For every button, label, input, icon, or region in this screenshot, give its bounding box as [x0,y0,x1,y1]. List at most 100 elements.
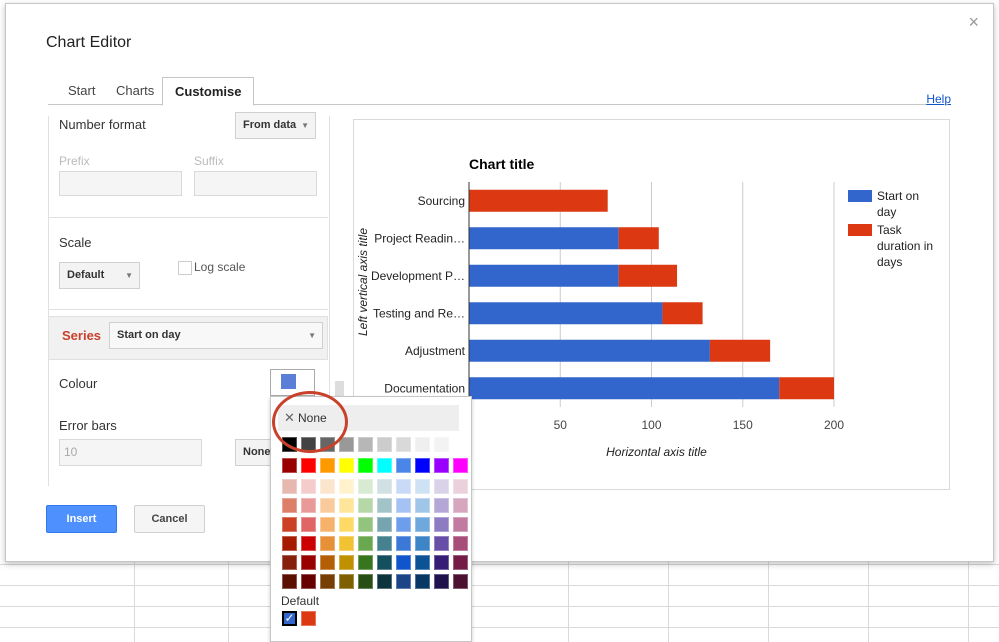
colour-swatch[interactable] [415,437,430,452]
bar [469,227,619,250]
colour-swatch[interactable] [339,458,354,473]
suffix-input[interactable] [194,171,317,196]
colour-swatch[interactable] [434,536,449,551]
colour-swatch[interactable] [320,458,335,473]
colour-swatch[interactable] [282,517,297,532]
colour-swatch[interactable] [339,498,354,513]
colour-swatch[interactable] [434,498,449,513]
colour-swatch[interactable] [320,574,335,589]
log-scale-checkbox[interactable] [178,261,192,275]
colour-swatch[interactable] [282,498,297,513]
colour-swatch[interactable] [282,574,297,589]
colour-swatch[interactable] [358,574,373,589]
colour-swatch[interactable] [301,517,316,532]
colour-swatch[interactable] [320,555,335,570]
colour-swatch[interactable] [434,437,449,452]
tab-start[interactable]: Start [56,77,107,104]
colour-swatch[interactable] [377,555,392,570]
colour-swatch[interactable] [415,555,430,570]
colour-swatch[interactable] [301,498,316,513]
cancel-button[interactable]: Cancel [134,505,205,533]
colour-swatch[interactable] [415,536,430,551]
close-icon[interactable]: × [968,12,979,33]
colour-swatch[interactable] [282,479,297,494]
colour-swatch[interactable] [282,536,297,551]
colour-swatch[interactable] [415,498,430,513]
colour-swatch[interactable] [358,498,373,513]
colour-swatch[interactable] [320,479,335,494]
colour-swatch[interactable] [358,555,373,570]
colour-swatch[interactable] [415,517,430,532]
colour-swatch[interactable] [377,458,392,473]
prefix-input[interactable] [59,171,182,196]
colour-swatch[interactable] [377,574,392,589]
divider [48,217,328,218]
colour-swatch[interactable] [320,517,335,532]
colour-swatch[interactable] [377,517,392,532]
colour-swatch[interactable] [339,479,354,494]
colour-swatch[interactable] [453,517,468,532]
series-dropdown[interactable]: Start on day ▼ [109,322,323,349]
colour-swatch[interactable] [396,479,411,494]
colour-swatch[interactable] [453,555,468,570]
colour-swatch[interactable] [434,517,449,532]
default-colour-swatch[interactable] [301,611,316,626]
colour-swatch[interactable] [396,536,411,551]
colour-swatch[interactable] [377,536,392,551]
colour-swatch[interactable] [339,517,354,532]
y-tick-label: Testing and Re… [373,306,465,320]
colour-swatch[interactable] [339,574,354,589]
colour-swatch[interactable] [301,458,316,473]
scale-label: Scale [59,235,92,250]
colour-swatch[interactable] [415,479,430,494]
legend-label: duration in [877,239,933,253]
colour-swatch[interactable] [415,574,430,589]
colour-swatch[interactable] [358,458,373,473]
colour-swatch[interactable] [282,458,297,473]
colour-swatch[interactable] [396,498,411,513]
number-format-dropdown[interactable]: From data ▼ [235,112,316,139]
colour-swatch[interactable] [434,458,449,473]
check-icon: ✓ [282,611,297,626]
colour-swatch[interactable] [396,574,411,589]
colour-swatch[interactable] [453,479,468,494]
help-link[interactable]: Help [926,92,951,106]
colour-swatch[interactable] [282,555,297,570]
colour-swatch[interactable] [453,437,468,452]
colour-swatch[interactable] [339,536,354,551]
number-format-label: Number format [59,117,146,132]
colour-swatch[interactable] [339,555,354,570]
colour-swatch[interactable] [358,479,373,494]
colour-swatch[interactable] [358,437,373,452]
colour-swatch[interactable] [377,479,392,494]
tab-customise[interactable]: Customise [162,77,255,106]
colour-swatch[interactable] [301,574,316,589]
legend-label: Start on [877,189,919,203]
insert-button[interactable]: Insert [46,505,117,533]
colour-swatch[interactable] [415,458,430,473]
colour-swatch[interactable] [453,536,468,551]
colour-swatch[interactable] [434,479,449,494]
colour-swatch[interactable] [396,517,411,532]
scale-dropdown[interactable]: Default ▼ [59,262,140,289]
colour-swatch[interactable] [358,536,373,551]
colour-swatch[interactable] [301,536,316,551]
colour-swatch[interactable] [377,437,392,452]
colour-swatch[interactable] [301,555,316,570]
colour-swatch[interactable] [453,574,468,589]
colour-swatch[interactable] [453,458,468,473]
colour-swatch[interactable] [434,555,449,570]
colour-swatch[interactable] [301,479,316,494]
grid-line [968,560,969,642]
colour-swatch[interactable] [396,458,411,473]
colour-swatch[interactable] [320,498,335,513]
colour-swatch[interactable] [396,555,411,570]
colour-swatch[interactable] [434,574,449,589]
tab-charts[interactable]: Charts [104,77,166,104]
colour-swatch[interactable] [358,517,373,532]
colour-swatch[interactable] [320,536,335,551]
colour-swatch[interactable] [377,498,392,513]
colour-swatch[interactable] [396,437,411,452]
colour-swatch[interactable] [453,498,468,513]
error-value-input[interactable]: 10 [59,439,202,466]
